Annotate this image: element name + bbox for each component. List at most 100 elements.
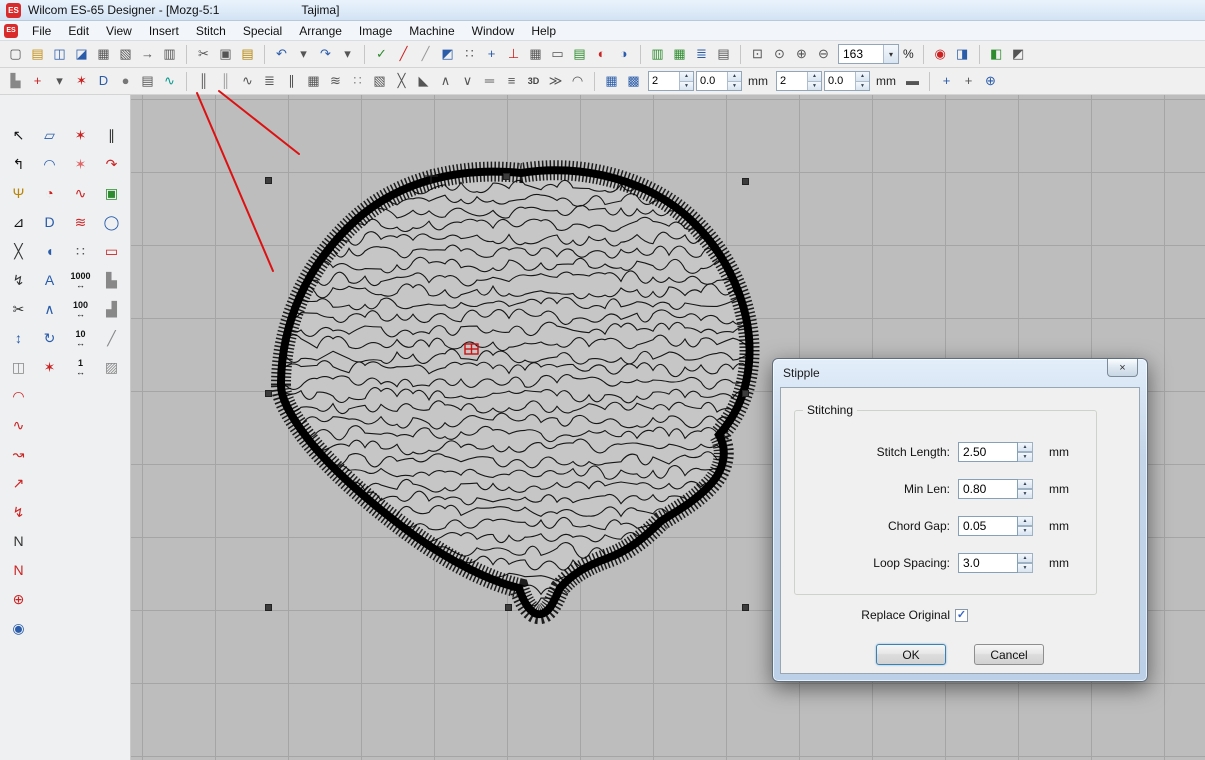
target-ring-tool[interactable]: ◉ bbox=[3, 614, 34, 643]
corner-pattern-icon[interactable]: ◣ bbox=[413, 71, 434, 92]
menu-item[interactable]: Machine bbox=[401, 22, 462, 40]
zoom-in-icon[interactable]: ⊕ bbox=[791, 44, 812, 65]
rail-pattern-icon[interactable]: ═ bbox=[479, 71, 500, 92]
new-design-icon[interactable]: ▢ bbox=[5, 44, 26, 65]
open-object-tool[interactable]: ◠ bbox=[34, 150, 65, 179]
grid-pattern-icon[interactable]: ▦ bbox=[303, 71, 324, 92]
app-menu-icon[interactable]: ES bbox=[4, 24, 18, 38]
wave-pattern-icon[interactable]: ≋ bbox=[325, 71, 346, 92]
close-button[interactable]: × bbox=[1107, 359, 1138, 377]
menu-item[interactable]: Help bbox=[523, 22, 564, 40]
wave-stitch-tool[interactable]: ∿ bbox=[3, 411, 34, 440]
needle-point-icon[interactable]: + bbox=[27, 71, 48, 92]
field-spinner[interactable] bbox=[1018, 553, 1033, 573]
column-count-input[interactable] bbox=[777, 72, 807, 90]
row-spacing-spinner[interactable] bbox=[696, 71, 742, 91]
selection-handle[interactable] bbox=[265, 177, 272, 184]
zoom-level-combo[interactable] bbox=[838, 44, 899, 64]
select-object-tool[interactable]: ↖ bbox=[3, 121, 34, 150]
scale-10-tool[interactable]: 10↔ bbox=[65, 324, 96, 353]
dialog-title-bar[interactable]: Stipple bbox=[773, 359, 1147, 387]
menu-item[interactable]: Insert bbox=[141, 22, 187, 40]
tatami-fill-icon[interactable]: ◩ bbox=[437, 44, 458, 65]
polyline-red-tool[interactable]: N bbox=[3, 556, 34, 585]
object-properties-icon[interactable]: ◨ bbox=[952, 44, 973, 65]
satin-stitch-icon[interactable]: ╱ bbox=[415, 44, 436, 65]
foot-tool[interactable]: ▙ bbox=[96, 266, 127, 295]
spinner-buttons[interactable] bbox=[679, 72, 693, 90]
crosshatch-tool[interactable]: ╳ bbox=[3, 237, 34, 266]
move-hoop-icon[interactable]: + bbox=[958, 71, 979, 92]
column-count-spinner[interactable] bbox=[776, 71, 822, 91]
undo-icon[interactable]: ↶ bbox=[271, 44, 292, 65]
polyline-tool[interactable]: N bbox=[3, 527, 34, 556]
zoom-input[interactable] bbox=[839, 45, 883, 63]
stitch-angle-icon[interactable]: ⊥ bbox=[503, 44, 524, 65]
save-design-icon[interactable]: ◫ bbox=[49, 44, 70, 65]
selection-handle[interactable] bbox=[265, 390, 272, 397]
run-stitch-icon[interactable]: ╱ bbox=[393, 44, 414, 65]
color-palette-icon[interactable]: ◐ bbox=[591, 44, 612, 65]
field-input[interactable] bbox=[958, 516, 1018, 536]
spinner-buttons[interactable] bbox=[855, 72, 869, 90]
three-d-effect-icon[interactable]: 3D bbox=[523, 71, 544, 92]
zoom-out-icon[interactable]: ⊖ bbox=[813, 44, 834, 65]
scale-1-tool[interactable]: 1↔ bbox=[65, 353, 96, 382]
cut-icon[interactable]: ✂ bbox=[193, 44, 214, 65]
penetration-icon[interactable]: + bbox=[481, 44, 502, 65]
sequence-icon[interactable]: ≣ bbox=[691, 44, 712, 65]
cross-pattern-icon[interactable]: ╳ bbox=[391, 71, 412, 92]
selection-handle[interactable] bbox=[265, 604, 272, 611]
print-preview-icon[interactable]: ▧ bbox=[115, 44, 136, 65]
move-design-icon[interactable]: + bbox=[936, 71, 957, 92]
field-input[interactable] bbox=[958, 553, 1018, 573]
selection-handle[interactable] bbox=[742, 390, 749, 397]
undo-caret-icon[interactable]: ▾ bbox=[293, 44, 314, 65]
rectangle-tool[interactable]: ▭ bbox=[96, 237, 127, 266]
rotate-tool[interactable]: ↻ bbox=[34, 324, 65, 353]
zig-pattern-icon[interactable]: ∧ bbox=[435, 71, 456, 92]
closed-object-tool[interactable]: ▱ bbox=[34, 121, 65, 150]
letter-height-tool[interactable]: ↕ bbox=[3, 324, 34, 353]
dot-pattern-tool[interactable]: ∷ bbox=[65, 237, 96, 266]
grid-show-icon[interactable]: ▩ bbox=[623, 71, 644, 92]
knife-tool[interactable]: ⊿ bbox=[3, 208, 34, 237]
satin-narrow-icon[interactable]: ║ bbox=[215, 71, 236, 92]
circle-arc-tool[interactable]: ◔ bbox=[34, 179, 65, 208]
stitch-list-icon[interactable]: ▦ bbox=[669, 44, 690, 65]
steps-pattern-icon[interactable]: ≡ bbox=[501, 71, 522, 92]
selection-handle[interactable] bbox=[505, 604, 512, 611]
mesh-icon[interactable]: ▤ bbox=[569, 44, 590, 65]
paste-icon[interactable]: ▤ bbox=[237, 44, 258, 65]
motif-run-tool[interactable]: ↝ bbox=[3, 440, 34, 469]
caret-down-icon[interactable] bbox=[883, 45, 898, 63]
menu-item[interactable]: Window bbox=[464, 22, 523, 40]
offset-icon[interactable]: ▬ bbox=[902, 71, 923, 92]
arc-effect-icon[interactable]: ◠ bbox=[567, 71, 588, 92]
pin-icon[interactable]: ▾ bbox=[49, 71, 70, 92]
effects-icon[interactable]: ◧ bbox=[986, 44, 1007, 65]
replace-original-checkbox[interactable]: ✓ bbox=[955, 609, 968, 622]
menu-item[interactable]: Special bbox=[235, 22, 290, 40]
queue-design-icon[interactable]: ▥ bbox=[159, 44, 180, 65]
block-digitize-tool[interactable]: ▣ bbox=[96, 179, 127, 208]
menu-item[interactable]: File bbox=[24, 22, 59, 40]
fur-effect-icon[interactable]: ≫ bbox=[545, 71, 566, 92]
spinner-buttons[interactable] bbox=[807, 72, 821, 90]
design-check-icon[interactable]: ✓ bbox=[371, 44, 392, 65]
applique-tool[interactable]: ◖ bbox=[34, 237, 65, 266]
column-spacing-spinner[interactable] bbox=[824, 71, 870, 91]
star-effect-icon[interactable]: ✶ bbox=[71, 71, 92, 92]
selection-handle[interactable] bbox=[742, 178, 749, 185]
zoom-1to1-icon[interactable]: ⊙ bbox=[769, 44, 790, 65]
stipple-icon[interactable]: ▤ bbox=[137, 71, 158, 92]
selection-handle[interactable] bbox=[503, 173, 510, 180]
dot-effect-icon[interactable]: ● bbox=[115, 71, 136, 92]
scale-1000-tool[interactable]: 1000↔ bbox=[65, 266, 96, 295]
row-count-spinner[interactable] bbox=[648, 71, 694, 91]
background-icon[interactable]: ▙ bbox=[5, 71, 26, 92]
bar-pattern-icon[interactable]: ≣ bbox=[259, 71, 280, 92]
star-burst-tool[interactable]: ✶ bbox=[34, 353, 65, 382]
color-film-icon[interactable]: ▥ bbox=[647, 44, 668, 65]
center-design-icon[interactable]: ⊕ bbox=[980, 71, 1001, 92]
